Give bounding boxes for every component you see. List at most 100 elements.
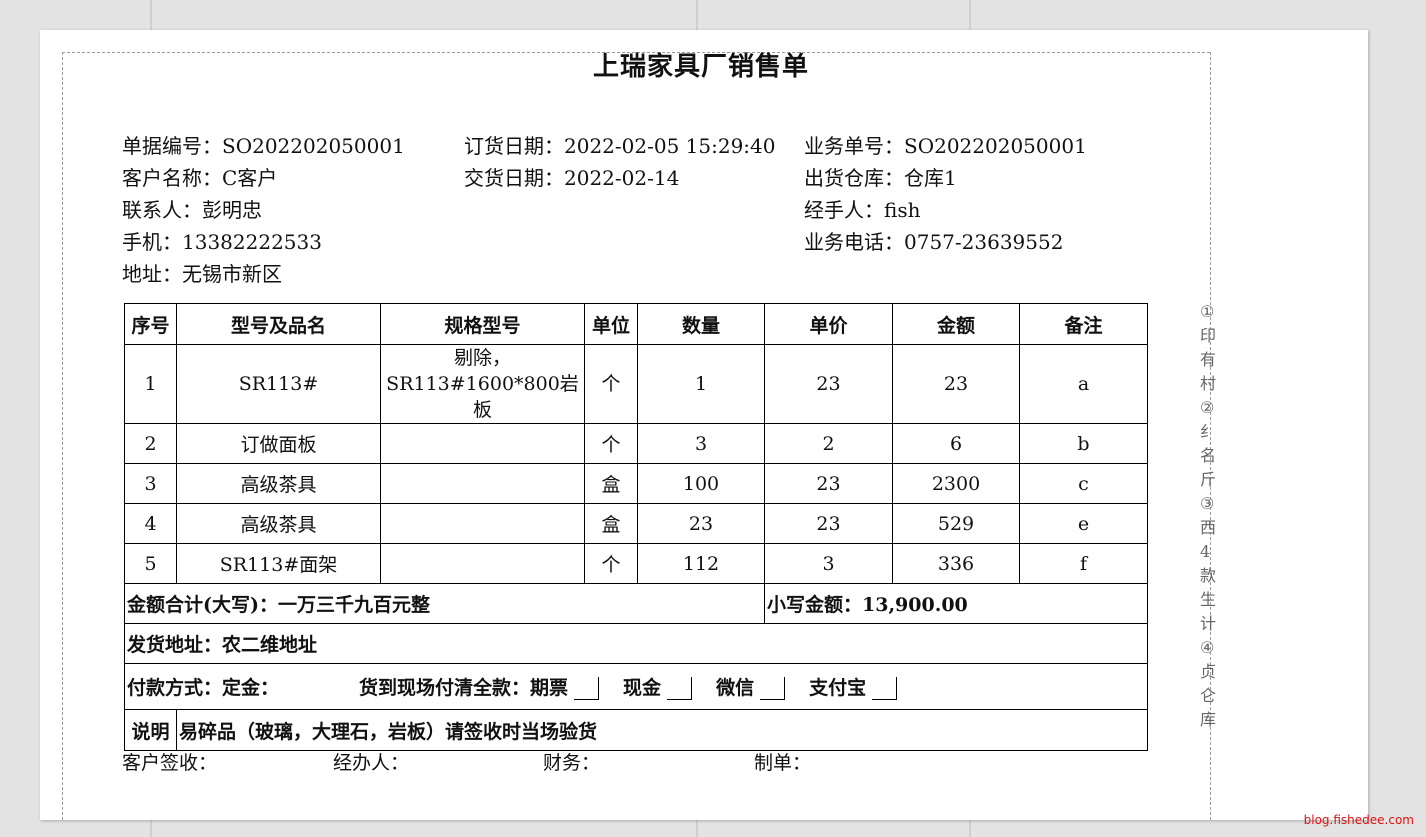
row-spec-line1: 剔除， — [453, 347, 511, 369]
payment-option-label: 现金 — [623, 676, 662, 699]
row-note: f — [1019, 543, 1148, 584]
row-price: 23 — [764, 463, 893, 504]
side-glyph: ④ — [1200, 638, 1215, 657]
payment-row: 付款方式：定金： 货到现场付清全款：期票 现金 微信 支付宝 — [124, 663, 1148, 710]
bill-number: 单据编号：SO202202050001 — [122, 134, 405, 158]
side-glyph: 计 — [1200, 614, 1217, 633]
row-unit: 盒 — [584, 503, 638, 544]
row-qty: 1 — [637, 344, 765, 424]
row-qty: 112 — [637, 543, 765, 584]
table-row: 5 SR113#面架 个 112 3 336 f — [124, 543, 1148, 584]
row-name: SR113# — [176, 344, 381, 424]
payment-cell: 付款方式：定金： 货到现场付清全款：期票 现金 微信 支付宝 — [124, 663, 1148, 710]
side-glyph: 村 — [1200, 374, 1217, 393]
side-glyph: 纟 — [1200, 422, 1217, 441]
row-no: 1 — [124, 344, 177, 424]
side-glyph: 贞 — [1200, 662, 1217, 681]
row-name: 高级茶具 — [176, 503, 381, 544]
header-cell: 规格型号 — [380, 303, 585, 345]
payment-full-label: 货到现场付清全款： — [359, 676, 531, 699]
handler: 经手人：fish — [804, 198, 921, 222]
row-no: 4 — [124, 503, 177, 544]
order-date: 订货日期：2022-02-05 15:29:40 — [464, 134, 776, 158]
row-spec-line2: SR113#1600*800岩板 — [386, 373, 579, 421]
side-glyph: 西 — [1200, 518, 1217, 537]
row-price: 3 — [764, 543, 893, 584]
side-glyph: 库 — [1200, 710, 1217, 729]
side-glyph: 名 — [1200, 446, 1217, 465]
row-no: 2 — [124, 423, 177, 464]
note-label: 说明 — [124, 709, 177, 751]
row-unit: 个 — [584, 344, 638, 424]
side-glyph: ③ — [1200, 494, 1215, 513]
header-cell: 数量 — [637, 303, 765, 345]
side-glyph: 款 — [1200, 566, 1217, 585]
business-number: 业务单号：SO202202050001 — [804, 134, 1087, 158]
payment-option-label: 支付宝 — [809, 676, 867, 699]
ship-address-row: 发货地址：农二维地址 — [124, 623, 1148, 664]
checkbox-alipay[interactable] — [872, 677, 898, 701]
row-price: 2 — [764, 423, 893, 464]
row-name: SR113#面架 — [176, 543, 381, 584]
business-phone: 业务电话：0757-23639552 — [804, 230, 1064, 254]
sign-finance: 财务： — [543, 752, 601, 774]
checkbox-wechat[interactable] — [760, 677, 786, 701]
row-spec — [380, 503, 585, 544]
ship-address: 发货地址：农二维地址 — [124, 623, 1148, 664]
side-glyph: 印 — [1200, 326, 1217, 345]
side-glyph: 仑 — [1200, 686, 1217, 705]
total-lowercase: 小写金额：13,900.00 — [764, 583, 1148, 624]
row-name: 高级茶具 — [176, 463, 381, 504]
row-no: 3 — [124, 463, 177, 504]
customer-name: 客户名称：C客户 — [122, 166, 278, 190]
row-price: 23 — [764, 344, 893, 424]
row-qty: 23 — [637, 503, 765, 544]
side-glyph: ① — [1200, 302, 1215, 321]
sign-maker: 制单： — [754, 752, 812, 774]
row-amount: 336 — [892, 543, 1020, 584]
row-spec — [380, 423, 585, 464]
row-no: 5 — [124, 543, 177, 584]
row-amount: 2300 — [892, 463, 1020, 504]
side-glyph: 斤 — [1200, 470, 1217, 489]
row-unit: 个 — [584, 543, 638, 584]
clipped-side-notes: ① 印 有 村 ② 纟 名 斤 ③ 西 4 款 生 计 ④ 贞 仑 库 — [1200, 300, 1216, 732]
checkbox-cash[interactable] — [667, 677, 693, 701]
row-spec — [380, 543, 585, 584]
sales-table: 序号 型号及品名 规格型号 单位 数量 单价 金额 备注 1 SR113# 剔除… — [124, 303, 1148, 751]
row-amount: 529 — [892, 503, 1020, 544]
customer-address: 地址：无锡市新区 — [122, 262, 282, 286]
payment-option-label: 微信 — [716, 676, 755, 699]
total-uppercase: 金额合计(大写)：一万三千九百元整 — [124, 583, 765, 624]
table-header-row: 序号 型号及品名 规格型号 单位 数量 单价 金额 备注 — [124, 303, 1148, 345]
row-spec — [380, 463, 585, 504]
header-cell: 备注 — [1019, 303, 1148, 345]
row-unit: 盒 — [584, 463, 638, 504]
side-glyph: 有 — [1200, 350, 1217, 369]
note-text: 易碎品（玻璃，大理石，岩板）请签收时当场验货 — [176, 709, 1148, 751]
table-row: 3 高级茶具 盒 100 23 2300 c — [124, 463, 1148, 504]
payment-option-label: 期票 — [530, 676, 569, 699]
header-cell: 型号及品名 — [176, 303, 381, 345]
row-spec: 剔除， SR113#1600*800岩板 — [380, 344, 585, 424]
row-price: 23 — [764, 503, 893, 544]
total-row: 金额合计(大写)：一万三千九百元整 小写金额：13,900.00 — [124, 583, 1148, 624]
sign-customer: 客户签收： — [122, 752, 218, 774]
checkbox-promissory[interactable] — [574, 677, 600, 701]
mobile-phone: 手机：13382222533 — [122, 230, 322, 254]
payment-prefix: 付款方式：定金： — [127, 676, 280, 699]
row-unit: 个 — [584, 423, 638, 464]
row-note: b — [1019, 423, 1148, 464]
row-note: c — [1019, 463, 1148, 504]
side-glyph: ② — [1200, 398, 1215, 417]
warehouse: 出货仓库：仓库1 — [804, 166, 957, 190]
table-row: 4 高级茶具 盒 23 23 529 e — [124, 503, 1148, 544]
document-title: 上瑞家具厂销售单 — [592, 52, 809, 82]
header-cell: 单价 — [764, 303, 893, 345]
row-name: 订做面板 — [176, 423, 381, 464]
row-qty: 100 — [637, 463, 765, 504]
note-row: 说明 易碎品（玻璃，大理石，岩板）请签收时当场验货 — [124, 709, 1148, 751]
page-margin-left — [62, 52, 63, 820]
site-watermark: blog.fishedee.com — [1303, 813, 1414, 827]
row-qty: 3 — [637, 423, 765, 464]
